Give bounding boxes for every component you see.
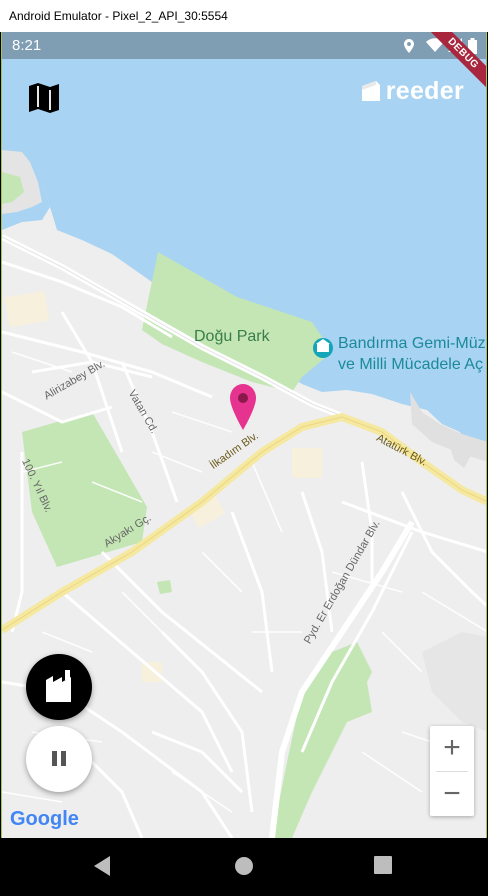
home-icon[interactable] bbox=[233, 855, 255, 877]
location-icon bbox=[404, 39, 414, 53]
google-attribution[interactable]: Google bbox=[10, 808, 79, 831]
museum-label-line1: Bandırma Gemi-Müze bbox=[338, 335, 487, 352]
map-toggle-button[interactable] bbox=[26, 80, 62, 116]
reeder-logo: reeder bbox=[360, 76, 464, 106]
factory-button[interactable] bbox=[26, 654, 92, 720]
map-icon bbox=[29, 83, 59, 113]
device-frame: Doğu Park Bandırma Gemi-Müze ve Milli Mü… bbox=[0, 32, 488, 896]
status-time: 8:21 bbox=[12, 37, 42, 54]
phone-screen: Doğu Park Bandırma Gemi-Müze ve Milli Mü… bbox=[1, 32, 487, 838]
pause-button[interactable] bbox=[26, 726, 92, 792]
navigation-bar bbox=[0, 838, 488, 896]
pause-icon bbox=[52, 751, 66, 766]
reeder-brand-text: reeder bbox=[385, 76, 464, 105]
zoom-in-button[interactable]: + bbox=[430, 726, 474, 770]
back-icon[interactable] bbox=[92, 855, 112, 877]
google-attribution-text: Google bbox=[10, 808, 79, 830]
museum-label-line2: ve Milli Mücadele Aç bbox=[338, 356, 483, 373]
factory-icon bbox=[46, 670, 71, 702]
zoom-controls: + − bbox=[430, 726, 474, 816]
emulator-window: Android Emulator - Pixel_2_API_30:5554 D… bbox=[0, 0, 488, 896]
window-title: Android Emulator - Pixel_2_API_30:5554 bbox=[9, 9, 228, 23]
park-label: Doğu Park bbox=[194, 328, 270, 345]
zoom-out-button[interactable]: − bbox=[430, 772, 474, 816]
window-titlebar[interactable]: Android Emulator - Pixel_2_API_30:5554 bbox=[0, 0, 488, 33]
reeder-logo-icon bbox=[361, 81, 380, 101]
status-bar: 8:21 DEBUG bbox=[2, 32, 486, 98]
recents-icon[interactable] bbox=[373, 855, 393, 875]
